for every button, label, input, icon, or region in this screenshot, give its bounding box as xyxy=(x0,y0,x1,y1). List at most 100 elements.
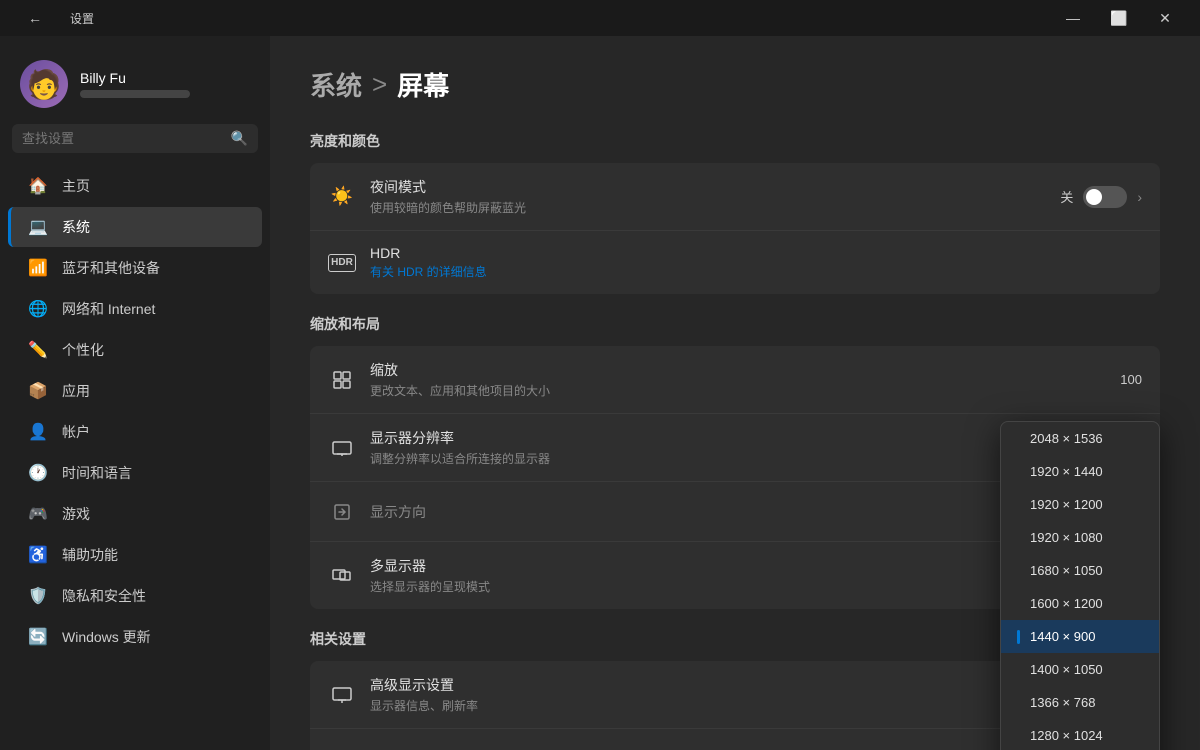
titlebar: ← 设置 — ⬜ ✕ xyxy=(0,0,1200,36)
selected-indicator xyxy=(1017,630,1020,644)
avatar: 🧑 xyxy=(20,60,68,108)
accounts-icon: 👤 xyxy=(28,422,48,442)
resolution-dropdown[interactable]: 2048 × 15361920 × 14401920 × 12001920 × … xyxy=(1000,421,1160,750)
night-mode-control: 关 › xyxy=(1060,186,1142,208)
sidebar-item-update[interactable]: 🔄 Windows 更新 xyxy=(8,617,262,657)
titlebar-left: ← 设置 xyxy=(12,0,94,36)
user-info: Billy Fu xyxy=(80,70,190,98)
sidebar-item-personalization[interactable]: ✏️ 个性化 xyxy=(8,330,262,370)
update-icon: 🔄 xyxy=(28,627,48,647)
back-button[interactable]: ← xyxy=(12,0,58,36)
hdr-icon: HDR xyxy=(328,254,356,272)
home-icon: 🏠 xyxy=(28,176,48,196)
sidebar-label-apps: 应用 xyxy=(62,381,90,401)
sidebar-item-bluetooth[interactable]: 📶 蓝牙和其他设备 xyxy=(8,248,262,288)
sidebar-item-games[interactable]: 🎮 游戏 xyxy=(8,494,262,534)
titlebar-controls: — ⬜ ✕ xyxy=(1050,0,1188,36)
sidebar-label-network: 网络和 Internet xyxy=(62,299,155,319)
sidebar-item-apps[interactable]: 📦 应用 xyxy=(8,371,262,411)
toggle-knob xyxy=(1086,189,1102,205)
hdr-title: HDR xyxy=(370,245,1142,261)
resolution-option[interactable]: 1920 × 1200 xyxy=(1001,488,1159,521)
resolution-option[interactable]: 1920 × 1080 xyxy=(1001,521,1159,554)
user-subtitle xyxy=(80,90,190,98)
privacy-icon: 🛡️ xyxy=(28,586,48,606)
apps-icon: 📦 xyxy=(28,381,48,401)
resolution-option[interactable]: 1600 × 1200 xyxy=(1001,587,1159,620)
sidebar-label-accounts: 帐户 xyxy=(62,422,90,442)
night-mode-icon: ☀️ xyxy=(328,183,356,211)
night-mode-chevron[interactable]: › xyxy=(1137,189,1142,205)
sidebar-item-time[interactable]: 🕐 时间和语言 xyxy=(8,453,262,493)
network-icon: 🌐 xyxy=(28,299,48,319)
search-icon: 🔍 xyxy=(231,130,248,147)
sidebar: 🧑 Billy Fu 🔍 🏠 主页 💻 系统 📶 蓝牙和其他设备 🌐 网络和 I… xyxy=(0,36,270,750)
hdr-row: HDR HDR 有关 HDR 的详细信息 xyxy=(310,231,1160,294)
sidebar-item-system[interactable]: 💻 系统 xyxy=(8,207,262,247)
sidebar-label-games: 游戏 xyxy=(62,504,90,524)
games-icon: 🎮 xyxy=(28,504,48,524)
hdr-subtitle[interactable]: 有关 HDR 的详细信息 xyxy=(370,263,1142,280)
resolution-icon xyxy=(328,434,356,462)
accessibility-icon: ♿ xyxy=(28,545,48,565)
resolution-option[interactable]: 1366 × 768 xyxy=(1001,686,1159,719)
sidebar-item-home[interactable]: 🏠 主页 xyxy=(8,166,262,206)
system-icon: 💻 xyxy=(28,217,48,237)
maximize-button[interactable]: ⬜ xyxy=(1096,0,1142,36)
scale-text: 缩放 更改文本、应用和其他项目的大小 xyxy=(370,360,1106,399)
multi-display-icon xyxy=(328,562,356,590)
scale-subtitle: 更改文本、应用和其他项目的大小 xyxy=(370,382,1106,399)
titlebar-title: 设置 xyxy=(70,10,94,27)
main-content: 系统 > 屏幕 亮度和颜色 ☀️ 夜间模式 使用较暗的颜色帮助屏蔽蓝光 关 › xyxy=(270,36,1200,750)
breadcrumb-current: 屏幕 xyxy=(397,66,449,103)
sidebar-label-privacy: 隐私和安全性 xyxy=(62,586,146,606)
sidebar-label-accessibility: 辅助功能 xyxy=(62,545,118,565)
minimize-button[interactable]: — xyxy=(1050,0,1096,36)
brightness-card: ☀️ 夜间模式 使用较暗的颜色帮助屏蔽蓝光 关 › HDR HDR xyxy=(310,163,1160,294)
sidebar-item-accounts[interactable]: 👤 帐户 xyxy=(8,412,262,452)
resolution-option[interactable]: 1400 × 1050 xyxy=(1001,653,1159,686)
search-box[interactable]: 🔍 xyxy=(12,124,258,153)
sidebar-label-personalization: 个性化 xyxy=(62,340,104,360)
scale-value: 100 xyxy=(1120,372,1142,387)
resolution-option[interactable]: 2048 × 1536 xyxy=(1001,422,1159,455)
night-mode-title: 夜间模式 xyxy=(370,177,1046,197)
graphics-card-icon xyxy=(328,745,356,750)
section-brightness-title: 亮度和颜色 xyxy=(310,131,1160,151)
resolution-option[interactable]: 1920 × 1440 xyxy=(1001,455,1159,488)
sidebar-label-home: 主页 xyxy=(62,176,90,196)
sidebar-item-accessibility[interactable]: ♿ 辅助功能 xyxy=(8,535,262,575)
sidebar-label-bluetooth: 蓝牙和其他设备 xyxy=(62,258,160,278)
orientation-icon xyxy=(328,498,356,526)
night-mode-text: 夜间模式 使用较暗的颜色帮助屏蔽蓝光 xyxy=(370,177,1046,216)
toggle-off-label: 关 xyxy=(1060,187,1073,206)
breadcrumb-separator: > xyxy=(372,69,387,100)
sidebar-label-system: 系统 xyxy=(62,217,90,237)
breadcrumb: 系统 > 屏幕 xyxy=(310,66,1160,103)
resolution-option[interactable]: 1440 × 900 xyxy=(1001,620,1159,653)
sidebar-item-network[interactable]: 🌐 网络和 Internet xyxy=(8,289,262,329)
close-button[interactable]: ✕ xyxy=(1142,0,1188,36)
section-scale-title: 缩放和布局 xyxy=(310,314,1160,334)
time-icon: 🕐 xyxy=(28,463,48,483)
search-input[interactable] xyxy=(22,131,223,146)
personalization-icon: ✏️ xyxy=(28,340,48,360)
breadcrumb-parent[interactable]: 系统 xyxy=(310,66,362,103)
hdr-text: HDR 有关 HDR 的详细信息 xyxy=(370,245,1142,280)
resolution-option[interactable]: 1280 × 1024 xyxy=(1001,719,1159,750)
scale-control: 100 xyxy=(1120,372,1142,387)
nav-list: 🏠 主页 💻 系统 📶 蓝牙和其他设备 🌐 网络和 Internet ✏️ 个性… xyxy=(0,165,270,734)
sidebar-item-privacy[interactable]: 🛡️ 隐私和安全性 xyxy=(8,576,262,616)
scale-title: 缩放 xyxy=(370,360,1106,380)
sidebar-label-update: Windows 更新 xyxy=(62,627,151,647)
night-mode-subtitle: 使用较暗的颜色帮助屏蔽蓝光 xyxy=(370,199,1046,216)
resolution-option[interactable]: 1680 × 1050 xyxy=(1001,554,1159,587)
scale-icon xyxy=(328,366,356,394)
user-name: Billy Fu xyxy=(80,70,190,86)
scale-row: 缩放 更改文本、应用和其他项目的大小 100 xyxy=(310,346,1160,414)
night-mode-toggle[interactable] xyxy=(1083,186,1127,208)
bluetooth-icon: 📶 xyxy=(28,258,48,278)
user-section: 🧑 Billy Fu xyxy=(0,52,270,124)
advanced-display-icon xyxy=(328,681,356,709)
sidebar-label-time: 时间和语言 xyxy=(62,463,132,483)
